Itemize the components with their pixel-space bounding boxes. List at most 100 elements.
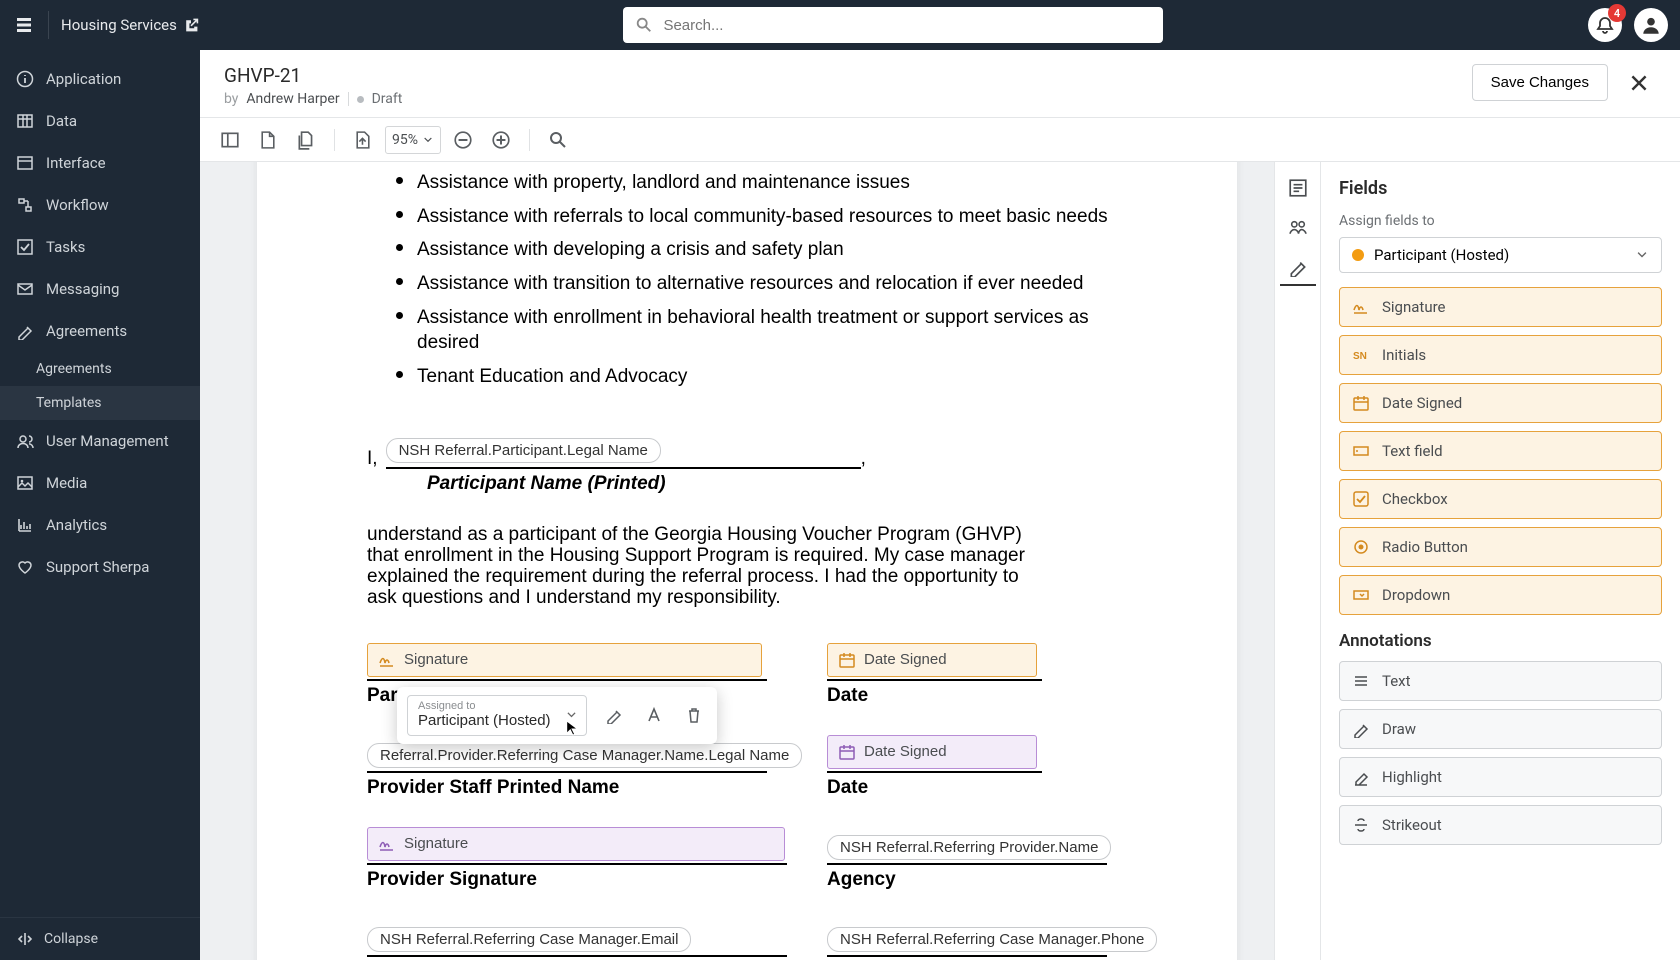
documents-button[interactable] xyxy=(290,124,322,156)
annotation-label: Text xyxy=(1382,672,1411,690)
zoom-select[interactable]: 95% xyxy=(385,126,441,154)
workflow-icon xyxy=(16,196,34,214)
participant-signature-field[interactable]: Signature xyxy=(367,643,762,677)
calendar-icon xyxy=(838,651,856,669)
global-search[interactable] xyxy=(623,7,1163,43)
sidebar-item-interface[interactable]: Interface xyxy=(0,142,200,184)
signature-icon xyxy=(1352,298,1370,316)
annotation-strikeout[interactable]: Strikeout xyxy=(1339,805,1662,845)
panel-toggle-button[interactable] xyxy=(214,124,246,156)
sidebar-item-support[interactable]: Support Sherpa xyxy=(0,546,200,588)
sidebar-item-label: Application xyxy=(46,70,121,88)
field-type-signature[interactable]: Signature xyxy=(1339,287,1662,327)
assigned-to-label: Assigned to xyxy=(418,700,558,712)
annotation-draw[interactable]: Draw xyxy=(1339,709,1662,749)
date-label: Date xyxy=(827,685,1107,707)
chevron-down-icon xyxy=(565,709,578,722)
participant-name-field[interactable]: NSH Referral.Participant.Legal Name xyxy=(386,439,861,469)
sidebar-item-media[interactable]: Media xyxy=(0,462,200,504)
notifications-button[interactable]: 4 xyxy=(1588,8,1622,42)
annotation-highlight[interactable]: Highlight xyxy=(1339,757,1662,797)
interface-icon xyxy=(16,154,34,172)
name-binding-tag[interactable]: NSH Referral.Participant.Legal Name xyxy=(386,438,661,463)
recipients-tab[interactable] xyxy=(1280,210,1316,246)
toolrail xyxy=(1274,162,1320,960)
search-icon xyxy=(635,16,653,34)
provider-date-field[interactable]: Date Signed xyxy=(827,735,1037,769)
app-name-label: Housing Services xyxy=(61,16,177,34)
sidebar-item-label: Media xyxy=(46,474,87,492)
agency-binding-tag[interactable]: NSH Referral.Referring Provider.Name xyxy=(827,835,1111,860)
field-label: Radio Button xyxy=(1382,538,1468,556)
field-label: Initials xyxy=(1382,346,1426,364)
field-label: Dropdown xyxy=(1382,586,1450,604)
printed-label: Participant Name (Printed) xyxy=(427,473,1127,495)
sidebar-item-user-management[interactable]: User Management xyxy=(0,420,200,462)
zoom-value: 95% xyxy=(392,132,418,148)
zoom-out-button[interactable] xyxy=(447,124,479,156)
staff-name-binding-tag[interactable]: Referral.Provider.Referring Case Manager… xyxy=(367,743,802,768)
zoom-in-button[interactable] xyxy=(485,124,517,156)
sidebar-item-tasks[interactable]: Tasks xyxy=(0,226,200,268)
upload-button[interactable] xyxy=(347,124,379,156)
sidebar-item-workflow[interactable]: Workflow xyxy=(0,184,200,226)
provider-signature-field[interactable]: Signature xyxy=(367,827,785,861)
field-type-text[interactable]: Text field xyxy=(1339,431,1662,471)
signature-icon xyxy=(378,651,396,669)
search-input[interactable] xyxy=(663,17,1151,34)
close-button[interactable] xyxy=(1622,66,1656,100)
save-button[interactable]: Save Changes xyxy=(1472,64,1608,101)
heart-icon xyxy=(16,558,34,576)
sidebar-item-data[interactable]: Data xyxy=(0,100,200,142)
field-label: Signature xyxy=(404,651,468,668)
participant-date-field[interactable]: Date Signed xyxy=(827,643,1037,677)
collapse-label: Collapse xyxy=(44,931,98,947)
sidebar-item-analytics[interactable]: Analytics xyxy=(0,504,200,546)
email-binding-tag[interactable]: NSH Referral.Referring Case Manager.Emai… xyxy=(367,927,691,952)
bullet-item: Assistance with referrals to local commu… xyxy=(417,199,1127,230)
assignee-select[interactable]: Participant (Hosted) xyxy=(1339,237,1662,273)
sidebar-subitem-templates[interactable]: Templates xyxy=(0,386,200,420)
field-type-date-signed[interactable]: Date Signed xyxy=(1339,383,1662,423)
field-type-checkbox[interactable]: Checkbox xyxy=(1339,479,1662,519)
app-name[interactable]: Housing Services xyxy=(61,16,199,34)
i-prefix: I, xyxy=(367,448,378,470)
sidebar-collapse[interactable]: Collapse xyxy=(0,917,200,960)
field-label: Signature xyxy=(1382,298,1446,316)
assigned-to-select[interactable]: Assigned to Participant (Hosted) xyxy=(407,695,587,736)
document-author: Andrew Harper xyxy=(246,91,339,107)
external-link-icon xyxy=(183,17,199,33)
bullet-item: Assistance with property, landlord and m… xyxy=(417,165,1127,196)
sidebar: Application Data Interface Workflow Task… xyxy=(0,50,200,960)
edit-field-button[interactable] xyxy=(601,702,627,728)
field-type-initials[interactable]: Initials xyxy=(1339,335,1662,375)
sidebar-item-agreements[interactable]: Agreements xyxy=(0,310,200,352)
profile-button[interactable] xyxy=(1634,8,1668,42)
sidebar-item-application[interactable]: Application xyxy=(0,58,200,100)
sidebar-subitem-agreements[interactable]: Agreements xyxy=(0,352,200,386)
font-button[interactable] xyxy=(641,702,667,728)
field-label: Date Signed xyxy=(864,651,947,668)
phone-binding-tag[interactable]: NSH Referral.Referring Case Manager.Phon… xyxy=(827,927,1157,952)
annotation-label: Highlight xyxy=(1382,768,1442,786)
annotations-heading: Annotations xyxy=(1339,631,1662,651)
canvas-area[interactable]: Assistance with annual certifications an… xyxy=(200,162,1274,960)
find-button[interactable] xyxy=(542,124,574,156)
sidebar-item-label: Support Sherpa xyxy=(46,558,149,576)
comma: , xyxy=(861,448,866,470)
field-label: Date Signed xyxy=(1382,394,1462,412)
user-icon xyxy=(1640,14,1662,36)
form-fields-tab[interactable] xyxy=(1280,170,1316,206)
field-type-dropdown[interactable]: Dropdown xyxy=(1339,575,1662,615)
sidebar-item-messaging[interactable]: Messaging xyxy=(0,268,200,310)
app-logo-icon[interactable] xyxy=(12,13,36,37)
collapse-icon xyxy=(16,930,34,948)
assign-label: Assign fields to xyxy=(1339,213,1662,229)
field-type-radio[interactable]: Radio Button xyxy=(1339,527,1662,567)
annotation-text[interactable]: Text xyxy=(1339,661,1662,701)
strikeout-icon xyxy=(1352,816,1370,834)
delete-field-button[interactable] xyxy=(681,702,707,728)
edit-tab[interactable] xyxy=(1280,250,1316,286)
document-button[interactable] xyxy=(252,124,284,156)
users-icon xyxy=(16,432,34,450)
